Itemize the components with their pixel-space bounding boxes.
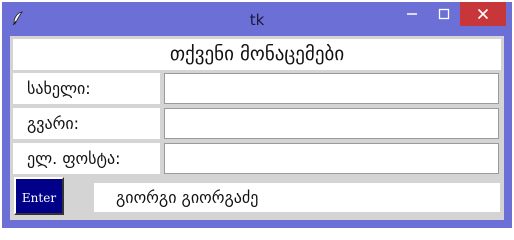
- form-heading: თქვენი მონაცემები: [13, 39, 501, 70]
- email-field[interactable]: [164, 143, 499, 174]
- first-name-label: სახელი:: [13, 73, 160, 104]
- first-name-field[interactable]: [164, 73, 499, 104]
- form-area: თქვენი მონაცემები სახელი: გვარი: ელ. ფოს…: [10, 36, 504, 220]
- close-icon: [477, 8, 489, 20]
- minimize-icon: [407, 13, 417, 15]
- email-label: ელ. ფოსტა:: [13, 143, 160, 174]
- title-bar[interactable]: tk: [2, 2, 512, 36]
- last-name-field[interactable]: [164, 108, 499, 139]
- close-button[interactable]: [460, 2, 506, 26]
- maximize-icon: [438, 8, 450, 20]
- minimize-button[interactable]: [396, 2, 428, 26]
- app-window: tk თქვენი მონაცემები სახელი: გვარი: ელ. …: [2, 2, 512, 228]
- maximize-button[interactable]: [428, 2, 460, 26]
- enter-button[interactable]: Enter: [14, 177, 64, 215]
- output-text: გიორგი გიორგაძე: [94, 183, 500, 212]
- last-name-label: გვარი:: [13, 108, 160, 139]
